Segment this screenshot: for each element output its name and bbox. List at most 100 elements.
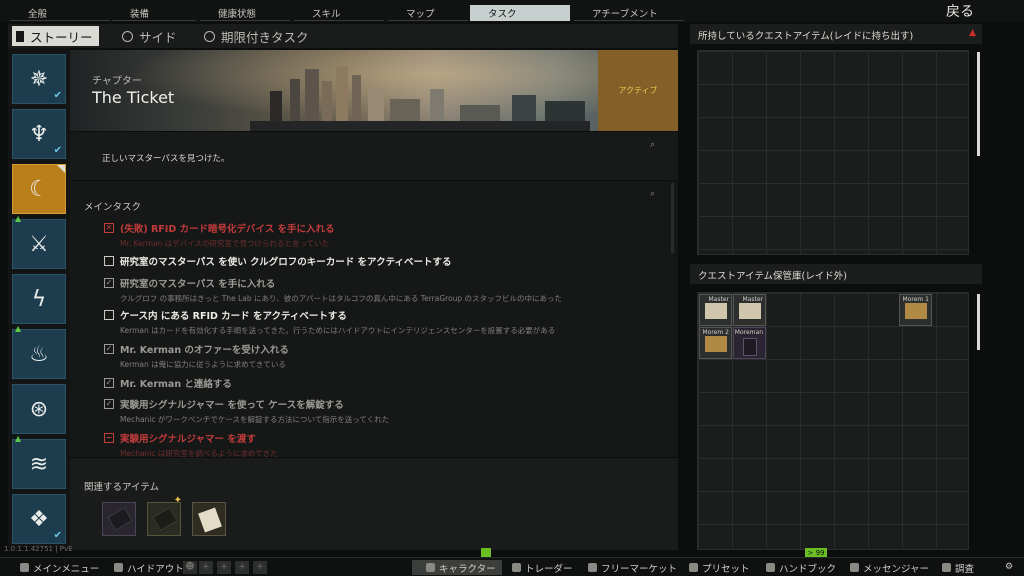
chapter-7[interactable]: ⊛	[12, 384, 66, 434]
task-item[interactable]: ✓ Mr. Kerman と連絡する	[104, 376, 232, 390]
task-title: 研究室のマスターパス を使い クルグロフのキーカード をアクティベートする	[120, 257, 452, 268]
add-slot-button[interactable]: +	[235, 561, 249, 574]
flash-drive-icon	[743, 338, 757, 356]
related-items-heading: 関連するアイテム	[84, 482, 160, 493]
checked-checkbox-icon: ✓	[104, 399, 114, 409]
checkbox-icon	[104, 310, 114, 320]
flea-market-button[interactable]: フリーマーケット	[574, 560, 677, 575]
task-item[interactable]: ✓ 研究室のマスターパス を手に入れる クルグロフ の事務所はきっと The La…	[104, 276, 562, 304]
menu-icon	[20, 563, 29, 572]
inspect-icon[interactable]: ⌕	[650, 140, 664, 150]
quest-item-slot[interactable]: Morem 2	[699, 327, 732, 359]
task-item[interactable]: ケース内 にある RFID カード をアクティベートする Kerman はカード…	[104, 308, 555, 336]
preset-icon	[689, 563, 698, 572]
related-item-card[interactable]	[192, 502, 226, 536]
related-item-card[interactable]	[102, 502, 136, 536]
tab-achievements[interactable]: アチーブメント	[574, 5, 684, 21]
hideout-button[interactable]: ハイドアウト	[100, 560, 184, 575]
tab-map[interactable]: マップ	[388, 5, 468, 21]
task-item[interactable]: ✓ Mr. Kerman のオファーを受け入れる Kerman は俺に協力に従うよ…	[104, 342, 289, 370]
messenger-button[interactable]: メッセンジャー	[836, 560, 929, 575]
tab-story[interactable]: ストーリー	[12, 26, 99, 46]
tab-timed-tasks[interactable]: 期限付きタスク	[204, 26, 309, 46]
add-slot-button[interactable]: +	[253, 561, 267, 574]
chapter-4[interactable]: ▲ ⚔	[12, 214, 66, 269]
tab-side[interactable]: サイド	[122, 26, 177, 46]
task-item[interactable]: − 実験用シグナルジャマー を渡す Mechanic は研究室を調べるように求めて…	[104, 431, 278, 457]
survey-icon	[942, 563, 951, 572]
task-item[interactable]: ✓ 実験用シグナルジャマー を使って ケースを解錠する Mechanic がワーク…	[104, 397, 389, 425]
quest-item-slot[interactable]: Master	[733, 294, 766, 326]
chapter-title: The Ticket	[92, 88, 175, 107]
tab-overview[interactable]: 全般	[10, 5, 110, 21]
chapter-emblem-icon: ⊛	[29, 396, 49, 422]
tab-label: 期限付きタスク	[221, 29, 309, 45]
button-label: 調査	[955, 563, 975, 575]
character-button[interactable]: キャラクター	[412, 560, 502, 575]
handbook-button[interactable]: ハンドブック	[752, 560, 836, 575]
document-icon	[198, 507, 222, 533]
tab-label: 健康状態	[218, 8, 257, 20]
back-button[interactable]: 戻る	[946, 1, 974, 21]
tab-skills[interactable]: スキル	[294, 5, 384, 21]
survey-button[interactable]: 調査	[928, 560, 974, 575]
chapter-emblem-icon: ≋	[29, 451, 49, 477]
master-pass-icon	[705, 303, 727, 319]
button-label: トレーダー	[525, 563, 573, 575]
quest-item-slot[interactable]: Morem 1	[899, 294, 932, 326]
quest-item-slot[interactable]: Master	[699, 294, 732, 326]
item-name: Morem 1	[902, 296, 929, 303]
chapter-2[interactable]: ♆ ✔	[12, 109, 66, 159]
task-subtitle: クルグロフ の事務所はきっと The Lab にあり、彼のアパートはタルコフの真…	[120, 294, 563, 303]
check-icon: ✔	[53, 530, 62, 541]
message-icon	[850, 563, 859, 572]
carried-quest-items-grid[interactable]	[697, 50, 969, 255]
chapter-9[interactable]: ❖ ✔	[12, 494, 66, 544]
presets-button[interactable]: プリセット	[675, 560, 750, 575]
new-indicator-icon: ▲	[15, 324, 22, 333]
stash-quest-items-title: クエストアイテム保管庫(レイド外)	[690, 264, 982, 284]
chapter-1[interactable]: ✵ ✔	[12, 54, 66, 104]
chapter-6[interactable]: ▲ ♨	[12, 324, 66, 379]
button-label: プリセット	[702, 563, 750, 575]
checkbox-icon	[104, 256, 114, 266]
traders-button[interactable]: トレーダー	[498, 560, 573, 575]
description-text: 正しいマスターパスを見つけた。	[102, 154, 230, 164]
profile-icon[interactable]: ☻	[183, 561, 197, 574]
book-icon	[766, 563, 775, 572]
keycard-icon	[107, 507, 133, 531]
chapter-3[interactable]: ☾	[12, 164, 66, 214]
failed-checkbox-icon: ✕	[104, 223, 114, 233]
task-item[interactable]: 研究室のマスターパス を使い クルグロフのキーカード をアクティベートする	[104, 254, 452, 268]
checked-checkbox-icon: ✓	[104, 344, 114, 354]
chapter-list: ✵ ✔ ♆ ✔ ☾ ▲ ⚔ ϟ ▲ ♨ ⊛ ▲ ≋ ❖ ✔	[8, 48, 70, 548]
add-slot-button[interactable]: +	[199, 561, 213, 574]
item-name: Moreman	[734, 329, 763, 336]
tab-gear[interactable]: 装備	[112, 5, 196, 21]
tab-label: ストーリー	[30, 29, 93, 45]
tab-health[interactable]: 健康状態	[200, 5, 290, 21]
tab-tasks[interactable]: タスク	[470, 5, 570, 21]
add-slot-button[interactable]: +	[217, 561, 231, 574]
inspect-icon[interactable]: ⌕	[650, 189, 664, 199]
task-item[interactable]: ✕ (失敗) RFID カード暗号化デバイス を手に入れる Mr. Kerman …	[104, 221, 335, 249]
chapter-emblem-icon: ❖	[29, 506, 49, 532]
carried-scrollbar[interactable]	[977, 52, 980, 156]
related-item-card[interactable]: ✦	[147, 495, 182, 536]
button-label: キャラクター	[439, 563, 496, 575]
tasks-scrollbar[interactable]	[671, 183, 674, 253]
tab-label: スキル	[312, 8, 341, 20]
chapter-5[interactable]: ϟ	[12, 274, 66, 324]
story-icon	[16, 30, 24, 42]
settings-gear-icon[interactable]: ⚙	[1002, 561, 1016, 574]
stash-scrollbar[interactable]	[977, 294, 980, 350]
warning-icon: ▲	[969, 28, 976, 38]
quest-item-slot[interactable]: Moreman	[733, 327, 766, 359]
chapter-8[interactable]: ▲ ≋	[12, 434, 66, 489]
item-name: Master	[742, 296, 764, 303]
panel-title: 所持しているクエストアイテム(レイドに持ち出す)	[698, 31, 914, 42]
star-icon: ✦	[173, 495, 182, 506]
clock-icon	[204, 30, 215, 42]
main-menu-button[interactable]: メインメニュー	[6, 560, 99, 575]
button-label: ハイドアウト	[127, 563, 184, 575]
